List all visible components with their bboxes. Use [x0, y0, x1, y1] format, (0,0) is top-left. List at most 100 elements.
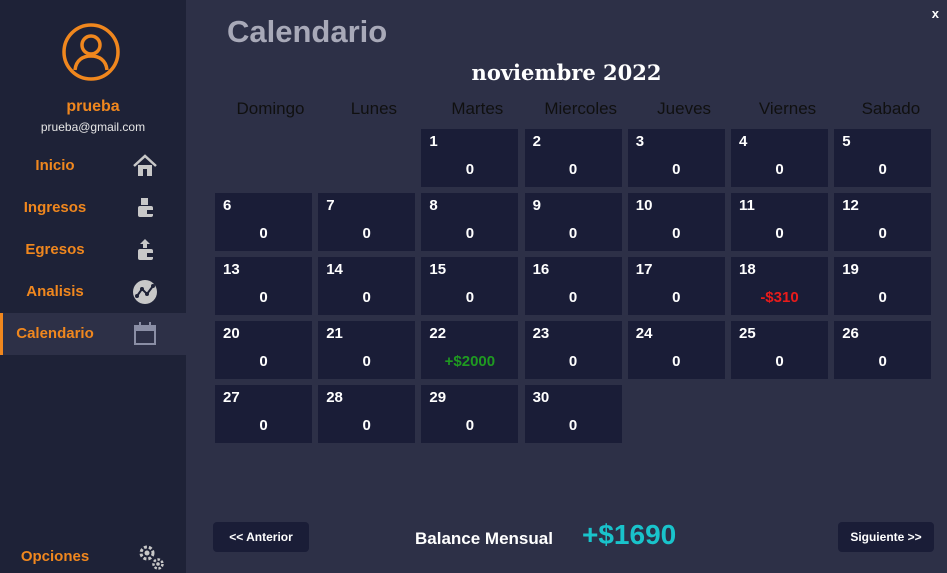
calendar-day-cell[interactable]: 18 -$310 — [731, 257, 828, 315]
calendar-day-cell[interactable]: 17 0 — [627, 257, 725, 315]
day-amount: 0 — [568, 289, 578, 306]
nav-item-inicio[interactable]: Inicio — [0, 145, 186, 187]
calendar-day-cell[interactable]: 24 0 — [627, 321, 725, 379]
calendar-day-cell[interactable]: 90 — [524, 193, 622, 251]
calendar-day-cell[interactable]: 12 0 — [834, 193, 932, 251]
day-number: 1 — [429, 133, 438, 150]
calendar-day-cell[interactable]: 10 0 — [627, 193, 725, 251]
day-amount: 0 — [775, 353, 784, 370]
calendar-day-cell[interactable]: 25 0 — [731, 321, 828, 379]
calendar-day-cell[interactable]: 10 — [421, 129, 519, 187]
day-number: 28 — [326, 389, 343, 406]
day-number: 13 — [223, 261, 240, 278]
nav-item-analisis[interactable]: Analisis — [0, 271, 186, 313]
calendar-day-cell[interactable]: 50 — [834, 129, 932, 187]
day-amount: 0 — [259, 225, 268, 242]
day-number: 14 — [326, 261, 343, 278]
calendar-day-cell[interactable]: 19 0 — [834, 257, 932, 315]
day-amount: 0 — [672, 225, 681, 242]
day-number: 27 — [223, 389, 240, 406]
day-number: 18 — [739, 261, 756, 278]
wallet-in-icon — [138, 198, 154, 217]
calendar-day-cell[interactable]: 80 — [421, 193, 519, 251]
calendar-day-cell[interactable]: 13 0 — [215, 257, 312, 315]
nav-label: Ingresos — [23, 199, 87, 216]
day-number: 2 — [532, 133, 541, 150]
day-number: 29 — [429, 389, 447, 406]
calendar-day-cell[interactable]: 20 — [524, 129, 622, 187]
calendar-day-cell[interactable]: 28 0 — [318, 385, 416, 443]
calendar-day-cell[interactable]: 40 — [731, 129, 828, 187]
day-number: 26 — [842, 325, 859, 342]
calendar-day-cell[interactable]: 30 0 — [524, 385, 622, 443]
day-amount: -$310 — [760, 289, 799, 306]
day-number: 8 — [429, 197, 438, 214]
day-amount: 0 — [568, 225, 578, 242]
calendar-day-cell[interactable]: 14 0 — [318, 257, 416, 315]
calendar-day-cell[interactable]: 27 0 — [215, 385, 312, 443]
close-button[interactable]: x — [932, 6, 939, 21]
day-amount: 0 — [775, 161, 784, 178]
day-amount: 0 — [878, 353, 887, 370]
user-name: prueba — [66, 98, 120, 115]
balance-value: +$1690 — [582, 519, 677, 550]
day-amount: 0 — [672, 353, 681, 370]
calendar-day-cell[interactable]: 23 0 — [524, 321, 622, 379]
nav-item-egresos[interactable]: Egresos — [0, 229, 186, 271]
calendar-day-cell[interactable]: 21 0 — [318, 321, 416, 379]
sidebar: prueba prueba@gmail.com Inicio Ingresos … — [0, 0, 186, 573]
weekday-label: Miercoles — [544, 99, 618, 118]
day-number: 4 — [739, 133, 748, 150]
day-number: 5 — [842, 133, 851, 150]
weekday-label: Jueves — [657, 99, 712, 118]
calendar-day-cell[interactable]: 22 +$2000 — [421, 321, 519, 379]
day-amount: 0 — [259, 353, 268, 370]
nav-item-opciones[interactable]: Opciones — [0, 536, 186, 573]
day-amount: 0 — [672, 161, 681, 178]
nav-label: Egresos — [25, 241, 85, 258]
day-amount: 0 — [568, 161, 578, 178]
day-amount: 0 — [568, 353, 578, 370]
page-title: Calendario — [227, 14, 388, 49]
day-number: 9 — [532, 197, 541, 214]
nav-item-calendario[interactable]: Calendario — [0, 313, 186, 355]
weekday-label: Viernes — [758, 99, 817, 118]
home-icon — [133, 154, 157, 176]
balance-label: Balance Mensual — [415, 529, 553, 548]
day-amount: +$2000 — [444, 353, 496, 370]
day-number: 16 — [532, 261, 550, 278]
nav-item-ingresos[interactable]: Ingresos — [0, 187, 186, 229]
calendar-day-cell[interactable]: 16 0 — [524, 257, 622, 315]
next-month-button[interactable]: Siguiente >> — [838, 522, 934, 552]
nav-label: Calendario — [16, 325, 94, 342]
nav-label: Analisis — [26, 283, 84, 300]
day-amount: 0 — [362, 289, 371, 306]
day-number: 15 — [429, 261, 447, 278]
month-title: noviembre 2022 — [471, 60, 662, 85]
day-amount: 0 — [362, 225, 371, 242]
day-amount: 0 — [465, 225, 475, 242]
calendar-day-cell[interactable]: 15 0 — [421, 257, 519, 315]
calendar-day-cell[interactable]: 20 0 — [215, 321, 312, 379]
calendar-day-cell[interactable]: 26 0 — [834, 321, 932, 379]
calendar-day-cell[interactable]: 29 0 — [421, 385, 519, 443]
day-number: 10 — [635, 197, 653, 214]
day-amount: 0 — [878, 225, 887, 242]
calendar-day-cell[interactable]: 70 — [318, 193, 416, 251]
calendar-day-cell[interactable]: 30 — [627, 129, 725, 187]
day-number: 12 — [842, 197, 859, 214]
user-email: prueba@gmail.com — [40, 120, 146, 134]
day-number: 20 — [223, 325, 240, 342]
calendar-icon — [134, 322, 156, 345]
day-number: 19 — [842, 261, 859, 278]
calendar-day-cell[interactable]: 11 0 — [731, 193, 828, 251]
day-number: 30 — [532, 389, 550, 406]
calendar-day-cell[interactable]: 60 — [215, 193, 312, 251]
day-amount: 0 — [259, 417, 268, 434]
day-number: 6 — [223, 197, 232, 214]
weekday-label: Sabado — [861, 99, 921, 118]
day-amount: 0 — [672, 289, 681, 306]
weekday-label: Domingo — [236, 99, 305, 118]
previous-month-button[interactable]: << Anterior — [213, 522, 309, 552]
wallet-out-icon — [138, 239, 154, 260]
